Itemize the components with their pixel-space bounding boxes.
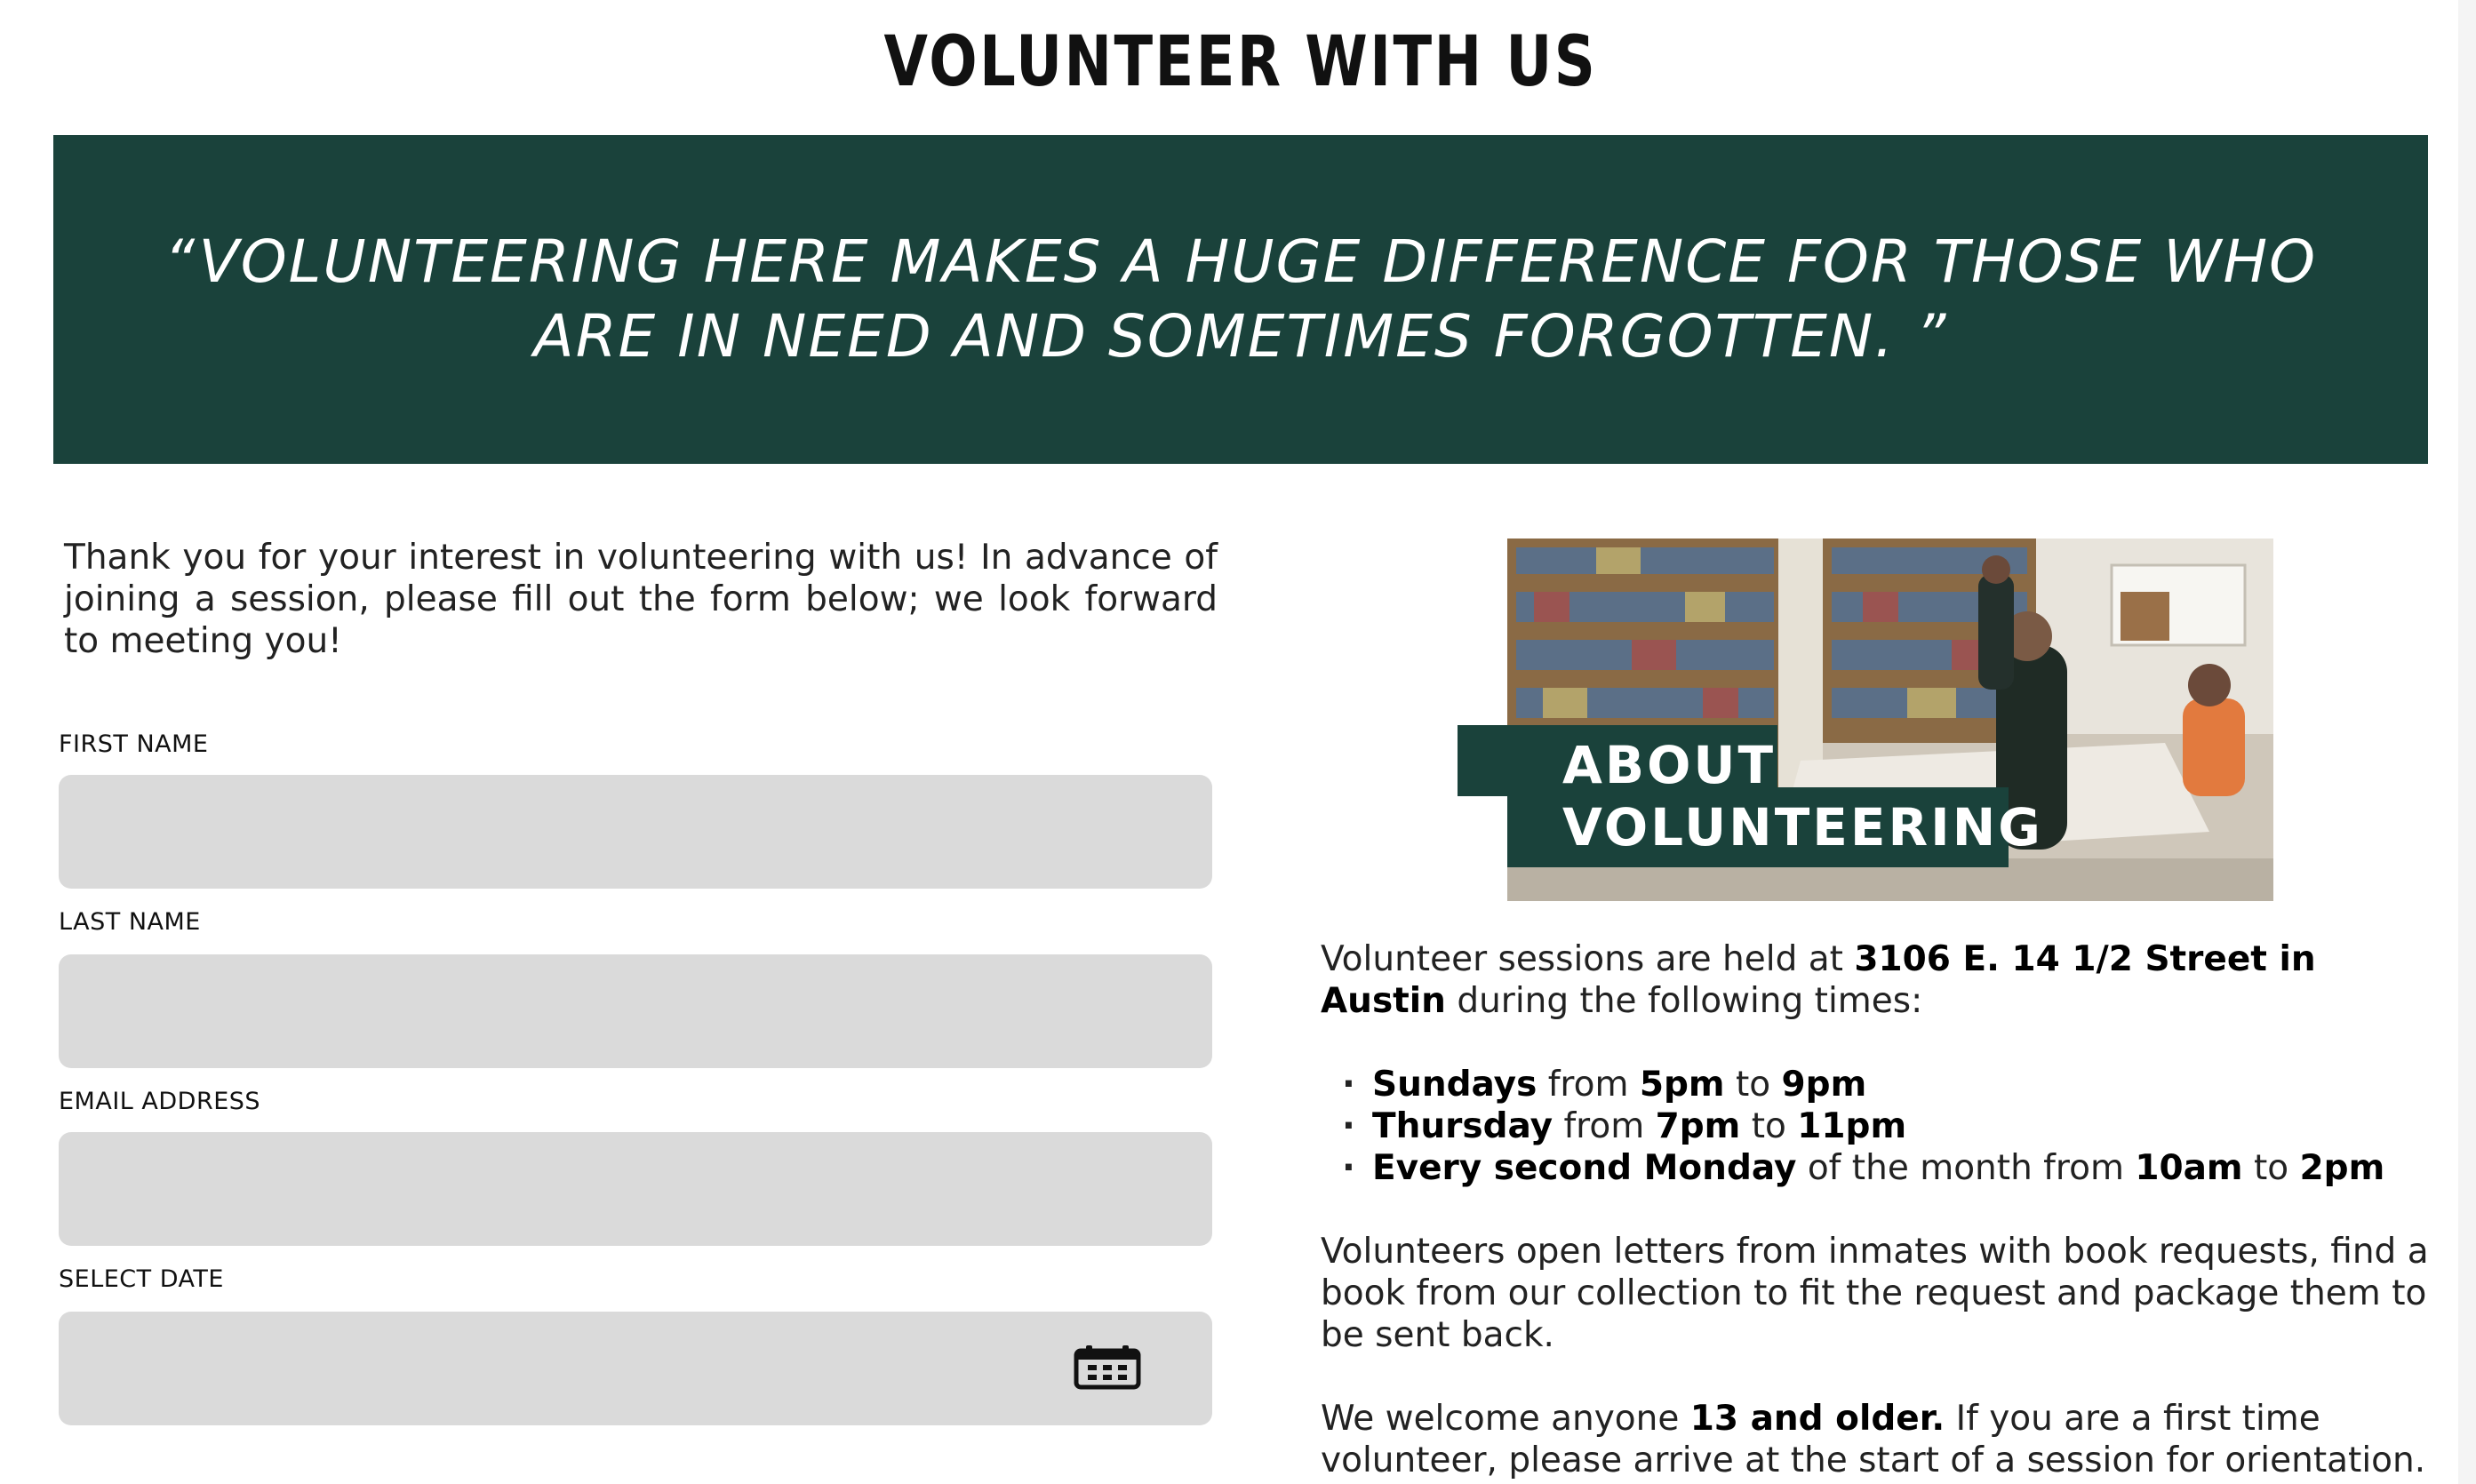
schedule-from-text: from (1537, 1065, 1640, 1105)
schedule-item: Sundays from 5pm to 9pm (1342, 1064, 2440, 1105)
schedule-start: 5pm (1639, 1065, 1725, 1105)
intro-text: Thank you for your interest in volunteer… (64, 538, 1218, 661)
location-post-text: during the following times: (1445, 981, 1923, 1021)
schedule-start: 7pm (1655, 1106, 1741, 1146)
schedule-to-text: to (2242, 1148, 2300, 1188)
age-requirement-paragraph: We welcome anyone 13 and older. If you a… (1321, 1398, 2440, 1481)
about-volunteering-heading: ABOUT VOLUNTEERING (1562, 734, 2043, 858)
email-input[interactable] (59, 1132, 1212, 1246)
schedule-end: 9pm (1781, 1065, 1867, 1105)
quote-banner: “VOLUNTEERING HERE MAKES A HUGE DIFFEREN… (53, 135, 2428, 464)
calendar-icon[interactable] (1074, 1345, 1141, 1390)
quote-text: “VOLUNTEERING HERE MAKES A HUGE DIFFEREN… (164, 227, 2318, 371)
schedule-day: Thursday (1372, 1106, 1553, 1146)
last-name-label: LAST NAME (59, 908, 201, 936)
about-label-line2: VOLUNTEERING (1562, 797, 2043, 858)
age-requirement: 13 and older. (1689, 1399, 1945, 1439)
about-label-line1: ABOUT (1562, 735, 1777, 795)
select-date-label: SELECT DATE (59, 1265, 224, 1293)
select-date-input[interactable] (59, 1312, 1212, 1425)
schedule-from-text: of the month from (1796, 1148, 2136, 1188)
schedule-day: Sundays (1372, 1065, 1538, 1105)
schedule-list: Sundays from 5pm to 9pm Thursday from 7p… (1321, 1064, 2440, 1189)
schedule-end: 11pm (1797, 1106, 1907, 1146)
schedule-from-text: from (1553, 1106, 1656, 1146)
page-scrollbar[interactable] (2458, 0, 2476, 1484)
first-name-label: FIRST NAME (59, 730, 209, 758)
last-name-input[interactable] (59, 954, 1212, 1068)
location-pre-text: Volunteer sessions are held at (1321, 939, 1855, 979)
schedule-item: Every second Monday of the month from 10… (1342, 1147, 2440, 1189)
schedule-to-text: to (1724, 1065, 1782, 1105)
email-label: EMAIL ADDRESS (59, 1088, 261, 1115)
schedule-to-text: to (1740, 1106, 1798, 1146)
session-location-paragraph: Volunteer sessions are held at 3106 E. 1… (1321, 938, 2440, 1022)
first-name-input[interactable] (59, 775, 1212, 889)
schedule-end: 2pm (2299, 1148, 2385, 1188)
page-title: VOLUNTEER WITH US (883, 22, 1598, 102)
volunteer-tasks-paragraph: Volunteers open letters from inmates wit… (1321, 1232, 2429, 1355)
schedule-item: Thursday from 7pm to 11pm (1342, 1105, 2440, 1147)
age-pre-text: We welcome anyone (1321, 1399, 1690, 1439)
volunteer-info: Volunteer sessions are held at 3106 E. 1… (1321, 938, 2440, 1481)
schedule-day: Every second Monday (1372, 1148, 1797, 1188)
schedule-start: 10am (2135, 1148, 2243, 1188)
